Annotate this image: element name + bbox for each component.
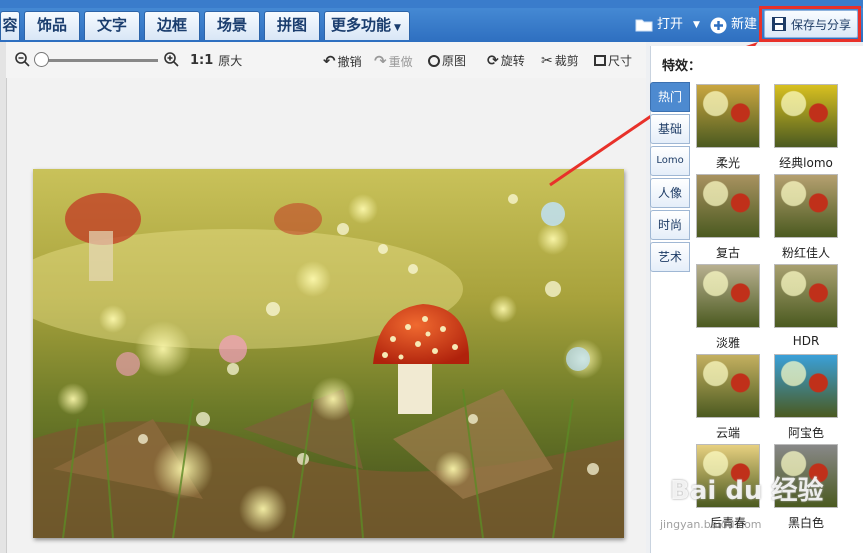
category-hot[interactable]: 热门 [650, 82, 690, 112]
effects-title: 特效： [662, 59, 702, 74]
tab-more-features[interactable]: 更多功能 ▼ [324, 11, 410, 40]
redo-button[interactable]: ↷ 重做 [374, 52, 413, 70]
effect-thumbnail[interactable] [774, 174, 838, 238]
original-icon [428, 54, 440, 67]
tab-more-label: 更多功能 [331, 16, 392, 34]
highlight-box [759, 6, 861, 42]
watermark-url: jingyan.baidu.com [660, 518, 762, 531]
ratio-button[interactable]: 1:1 原大 [190, 52, 242, 69]
effect-label: 柔光 [715, 156, 740, 170]
redo-icon: ↷ [374, 52, 387, 70]
zoom-out-icon[interactable] [15, 52, 30, 67]
effect-label: 复古 [715, 246, 740, 260]
top-strip [0, 0, 863, 8]
redo-label: 重做 [388, 54, 413, 69]
category-basic[interactable]: 基础 [650, 114, 690, 144]
rotate-button[interactable]: ⟳ 旋转 [487, 52, 525, 69]
effect-thumbnail[interactable] [774, 354, 838, 418]
original-button[interactable]: 原图 [428, 52, 466, 69]
tab-collage[interactable]: 拼图 [264, 11, 320, 40]
zoom-slider-handle[interactable] [34, 52, 49, 67]
effect-label: 淡雅 [715, 336, 740, 350]
zoom-in-icon[interactable] [164, 52, 179, 67]
original-size-label: 原大 [218, 54, 243, 68]
tab-accessories[interactable]: 饰品 [24, 11, 80, 40]
effect-thumbnail[interactable] [696, 354, 760, 418]
effect-label: HDR [792, 334, 820, 348]
effect-thumbnail[interactable] [696, 84, 760, 148]
tab-border[interactable]: 边框 [144, 11, 200, 40]
effect-thumbnail[interactable] [696, 264, 760, 328]
effect-label: 云端 [715, 426, 740, 440]
tab-text[interactable]: 文字 [84, 11, 140, 40]
effect-label: 阿宝色 [787, 426, 824, 440]
ratio-label: 1:1 [190, 53, 214, 68]
effect-thumbnail[interactable] [696, 174, 760, 238]
effect-thumbnail[interactable] [774, 264, 838, 328]
category-portrait[interactable]: 人像 [650, 178, 690, 208]
rotate-icon: ⟳ [487, 52, 499, 69]
original-label: 原图 [442, 54, 467, 68]
undo-icon: ↶ [323, 52, 336, 70]
rotate-label: 旋转 [500, 54, 525, 68]
effect-label: 黑白色 [787, 516, 824, 530]
zoom-slider-track[interactable] [38, 59, 158, 62]
undo-button[interactable]: ↶ 撤销 [323, 52, 362, 70]
effect-label: 经典lomo [779, 156, 833, 170]
category-fashion[interactable]: 时尚 [650, 210, 690, 240]
tab-scene[interactable]: 场景 [204, 11, 260, 40]
chevron-down-icon: ▼ [394, 23, 401, 33]
undo-label: 撤销 [337, 54, 362, 69]
effect-label: 粉红佳人 [781, 246, 830, 260]
effect-thumbnail[interactable] [774, 84, 838, 148]
tab-partial[interactable]: 容 [0, 11, 20, 40]
watermark-logo: Bai du 经验 [670, 476, 824, 506]
main-photo [33, 169, 624, 538]
